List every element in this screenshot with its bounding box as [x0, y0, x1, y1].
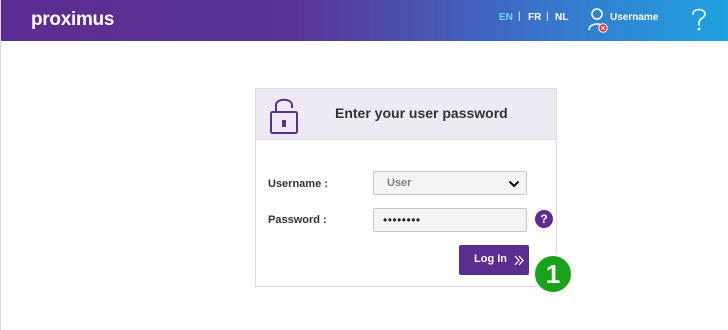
login-button[interactable]: Log In	[459, 245, 529, 275]
proximus-logo[interactable]: proximus	[31, 9, 114, 31]
password-field-label: Password :	[268, 214, 327, 226]
login-title: Enter your user password	[335, 105, 508, 121]
username-field-label: Username :	[268, 178, 328, 190]
top-bar: proximus EN | FR | NL Username	[1, 0, 728, 41]
password-input[interactable]: ••••••••	[373, 208, 527, 232]
username-select[interactable]: User	[373, 171, 527, 195]
login-card: Enter your user password Username : User…	[255, 88, 557, 287]
language-fr[interactable]: FR	[528, 12, 541, 23]
language-separator: |	[546, 11, 549, 22]
language-nl[interactable]: NL	[555, 12, 568, 23]
question-mark-icon[interactable]	[690, 6, 708, 32]
username-select-value: User	[387, 177, 412, 189]
language-en[interactable]: EN	[499, 12, 513, 23]
login-button-label: Log In	[474, 253, 507, 265]
double-chevron-right-icon	[514, 255, 524, 266]
step-one-badge: 1	[533, 254, 573, 294]
step-number: 1	[546, 259, 560, 289]
password-help-icon[interactable]: ?	[535, 210, 553, 228]
padlock-icon	[270, 98, 298, 134]
login-card-header: Enter your user password	[256, 89, 556, 140]
language-separator: |	[518, 11, 521, 22]
chevron-down-icon	[508, 180, 520, 188]
username-label[interactable]: Username	[610, 12, 658, 23]
password-input-value: ••••••••	[383, 213, 421, 227]
user-icon[interactable]	[588, 6, 610, 34]
